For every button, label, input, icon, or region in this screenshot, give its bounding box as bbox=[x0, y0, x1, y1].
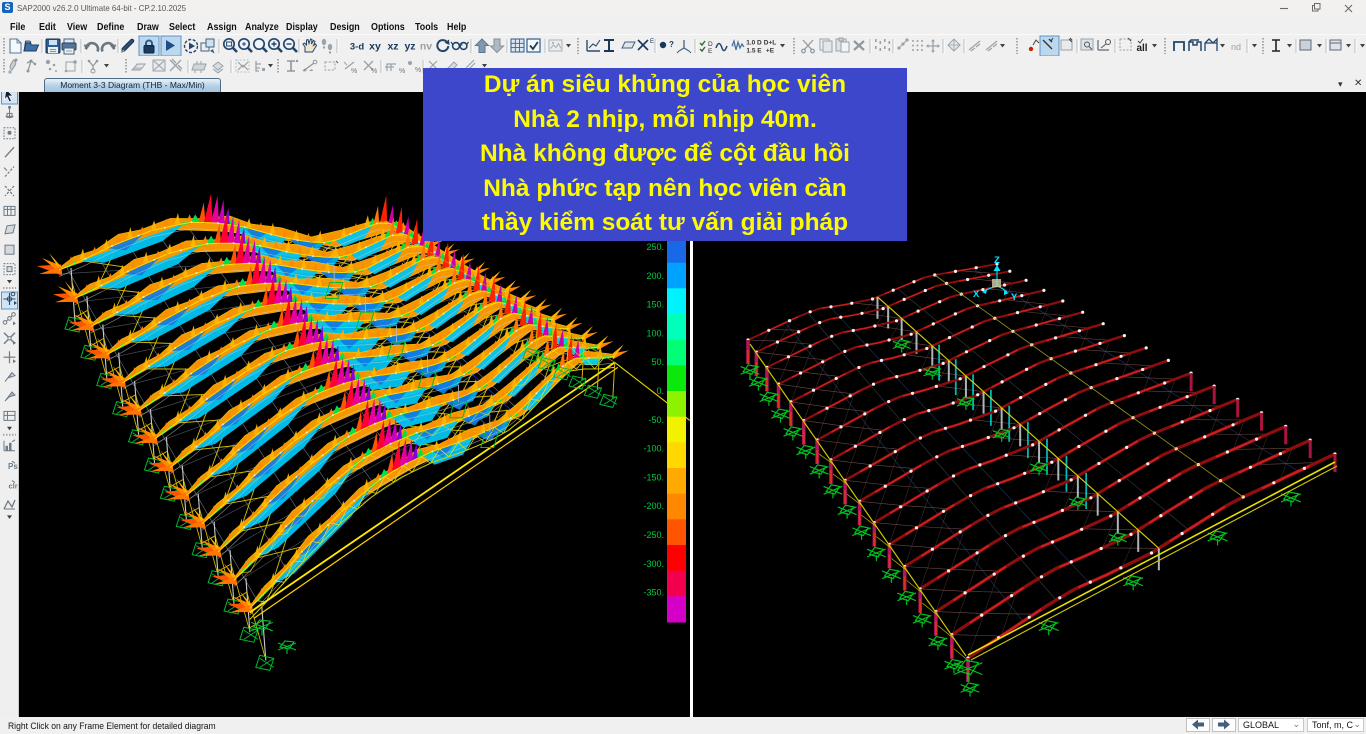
svg-text:%: % bbox=[351, 68, 357, 75]
svg-text:yz: yz bbox=[404, 41, 415, 53]
svg-text:E: E bbox=[650, 39, 654, 45]
svg-text:-150.: -150. bbox=[643, 472, 664, 482]
svg-text:%: % bbox=[415, 67, 421, 74]
svg-text:all: all bbox=[1136, 43, 1147, 54]
svg-text:-250.: -250. bbox=[643, 530, 664, 540]
svg-text:D: D bbox=[708, 41, 713, 48]
svg-text:xy: xy bbox=[369, 41, 381, 53]
svg-text:3-d: 3-d bbox=[350, 42, 364, 53]
svg-text:0.: 0. bbox=[656, 386, 664, 396]
svg-text:nv: nv bbox=[420, 41, 432, 53]
svg-text:+E: +E bbox=[766, 48, 775, 55]
svg-text:%: % bbox=[399, 68, 405, 75]
svg-text:xz: xz bbox=[387, 41, 398, 53]
svg-text:?: ? bbox=[669, 40, 674, 49]
svg-text:Y: Y bbox=[1011, 292, 1018, 303]
svg-text:Z: Z bbox=[994, 255, 1000, 266]
svg-text:clr: clr bbox=[9, 482, 18, 491]
svg-text:Ps: Ps bbox=[8, 462, 18, 471]
svg-text:200.: 200. bbox=[646, 271, 664, 281]
svg-text:50.: 50. bbox=[651, 357, 664, 367]
svg-text:-350.: -350. bbox=[643, 588, 664, 598]
svg-text:-300.: -300. bbox=[643, 559, 664, 569]
svg-text:%: % bbox=[371, 68, 377, 75]
svg-text:-50.: -50. bbox=[648, 415, 664, 425]
svg-text:X: X bbox=[973, 289, 980, 300]
svg-text:-200.: -200. bbox=[643, 501, 664, 511]
svg-text:D+L: D+L bbox=[764, 40, 776, 47]
svg-text:1.5 E: 1.5 E bbox=[746, 48, 762, 55]
svg-text:-100.: -100. bbox=[643, 444, 664, 454]
svg-text:E: E bbox=[708, 48, 713, 55]
svg-text:1.0 D: 1.0 D bbox=[746, 40, 762, 47]
svg-text:nd: nd bbox=[1231, 42, 1241, 52]
svg-text:100.: 100. bbox=[646, 328, 664, 338]
svg-text:250.: 250. bbox=[646, 242, 664, 252]
svg-text:150.: 150. bbox=[646, 300, 664, 310]
